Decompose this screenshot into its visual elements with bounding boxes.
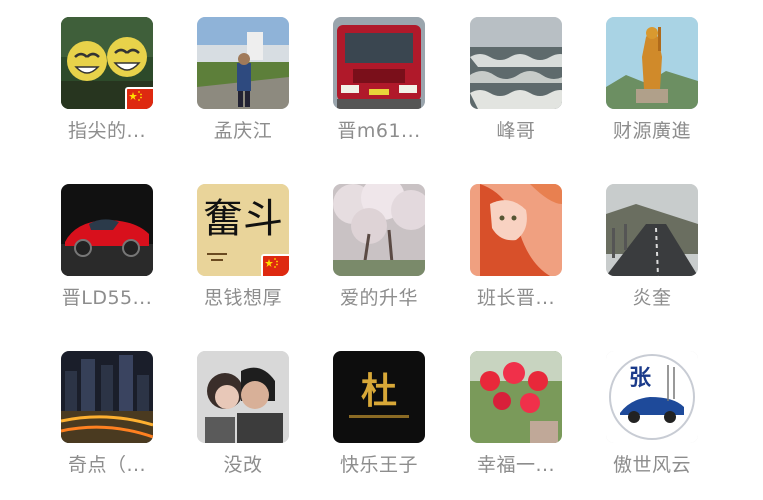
avatar[interactable] xyxy=(606,17,698,109)
contact-item[interactable]: 幸福一... xyxy=(451,351,581,478)
svg-text:奮斗: 奮斗 xyxy=(203,196,283,242)
contact-item[interactable]: 奇点（... xyxy=(42,351,172,478)
contact-name: 财源廣進 xyxy=(612,120,691,142)
avatar[interactable] xyxy=(61,17,153,109)
red-truck-icon xyxy=(333,17,425,109)
contact-name: 爱的升华 xyxy=(339,287,418,309)
contact-name: 峰哥 xyxy=(496,120,536,142)
golden-statue-icon xyxy=(606,17,698,109)
contact-name: 孟庆江 xyxy=(213,120,273,142)
anime-girl-icon xyxy=(470,184,562,276)
contact-item[interactable]: 晋m61... xyxy=(314,17,444,144)
avatar[interactable] xyxy=(333,184,425,276)
avatar[interactable] xyxy=(606,184,698,276)
contact-item[interactable]: 财源廣進 xyxy=(587,17,717,144)
svg-text:张: 张 xyxy=(629,365,652,391)
avatar[interactable]: 张 xyxy=(606,351,698,443)
contact-item[interactable]: 炎奎 xyxy=(587,184,717,311)
contact-name: 快乐王子 xyxy=(339,454,418,476)
china-flag-icon xyxy=(125,87,153,109)
contact-item[interactable]: 班长晋... xyxy=(451,184,581,311)
contact-name: 指尖的... xyxy=(67,120,147,142)
svg-text:杜: 杜 xyxy=(361,370,397,412)
avatar[interactable]: 奮斗 xyxy=(197,184,289,276)
contact-name: 炎奎 xyxy=(632,287,672,309)
man-on-road-icon xyxy=(197,17,289,109)
contact-name: 幸福一... xyxy=(476,454,556,476)
contact-item[interactable]: 晋LD55... xyxy=(42,184,172,311)
avatar[interactable] xyxy=(470,184,562,276)
contact-name: 班长晋... xyxy=(476,287,556,309)
contact-item[interactable]: 没改 xyxy=(178,351,308,478)
avatar[interactable]: 杜 xyxy=(333,351,425,443)
avatar[interactable] xyxy=(197,17,289,109)
contact-item[interactable]: 杜 快乐王子 xyxy=(314,351,444,478)
blue-car-logo-icon: 张 xyxy=(606,351,698,443)
avatar[interactable] xyxy=(197,351,289,443)
contact-item[interactable]: 张 傲世风云 xyxy=(587,351,717,478)
contact-name: 晋LD55... xyxy=(61,287,153,309)
avatar[interactable] xyxy=(333,17,425,109)
gold-character-icon: 杜 xyxy=(333,351,425,443)
contact-name: 晋m61... xyxy=(337,120,421,142)
red-sports-car-icon xyxy=(61,184,153,276)
contact-item[interactable]: 爱的升华 xyxy=(314,184,444,311)
contacts-grid: 指尖的... 孟庆江 晋m61... 峰哥 财源廣進 晋LD55... 奮斗 思… xyxy=(0,0,763,500)
cherry-blossoms-icon xyxy=(333,184,425,276)
contact-item[interactable]: 奮斗 思钱想厚 xyxy=(178,184,308,311)
contact-name: 思钱想厚 xyxy=(203,287,282,309)
contact-item[interactable]: 指尖的... xyxy=(42,17,172,144)
avatar[interactable] xyxy=(61,351,153,443)
sea-waves-icon xyxy=(470,17,562,109)
contact-item[interactable]: 孟庆江 xyxy=(178,17,308,144)
avatar[interactable] xyxy=(470,17,562,109)
red-roses-icon xyxy=(470,351,562,443)
couple-icon xyxy=(197,351,289,443)
city-night-icon xyxy=(61,351,153,443)
mountain-road-icon xyxy=(606,184,698,276)
contact-name: 没改 xyxy=(223,454,263,476)
avatar[interactable] xyxy=(470,351,562,443)
contact-item[interactable]: 峰哥 xyxy=(451,17,581,144)
china-flag-icon xyxy=(261,254,289,276)
avatar[interactable] xyxy=(61,184,153,276)
contact-name: 奇点（... xyxy=(67,454,147,476)
contact-name: 傲世风云 xyxy=(612,454,691,476)
